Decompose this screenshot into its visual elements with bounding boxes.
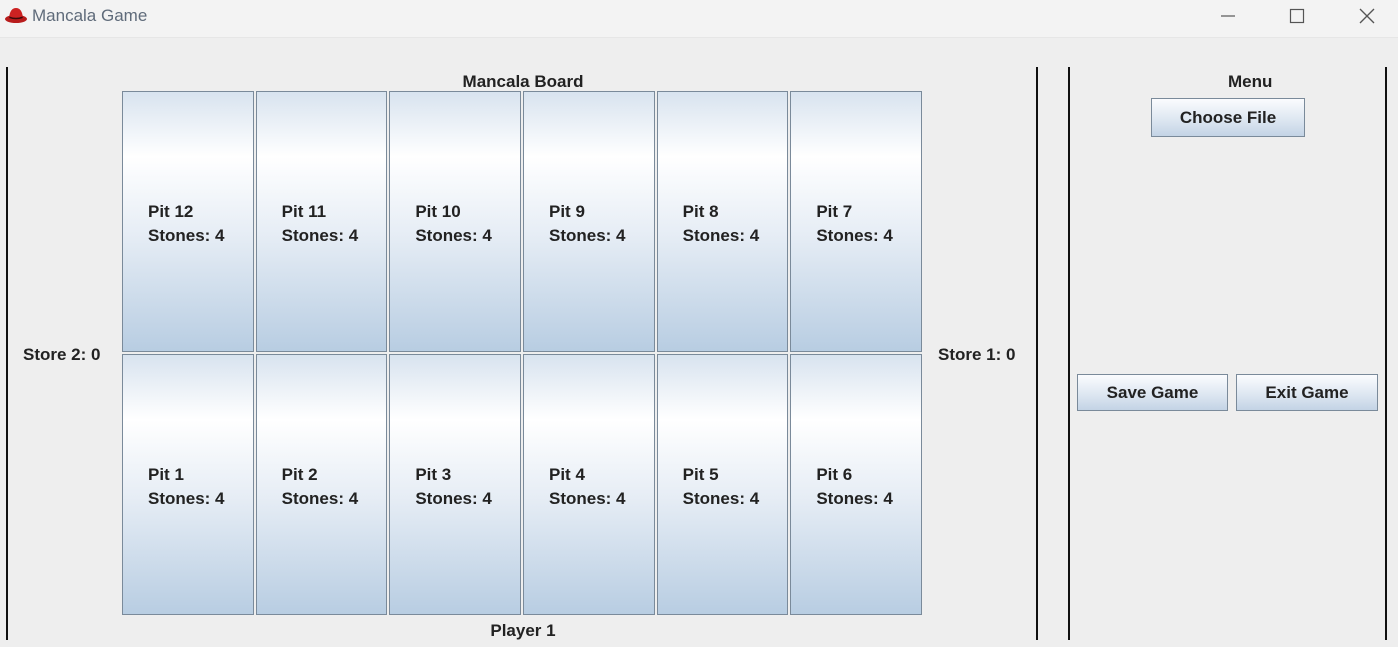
board-title: Mancala Board: [462, 72, 584, 91]
title-bar: Mancala Game: [0, 0, 1398, 38]
pit-stones: Stones: 4: [816, 489, 893, 508]
pit-name: Pit 8: [682, 202, 719, 221]
choose-file-button[interactable]: Choose File: [1151, 98, 1305, 137]
maximize-button[interactable]: [1263, 0, 1331, 32]
pit-name: Pit 7: [816, 202, 853, 221]
pit-stones: Stones: 4: [148, 226, 225, 245]
close-button[interactable]: [1333, 0, 1398, 32]
pit-11-button[interactable]: Pit 11 Stones: 4: [255, 91, 388, 352]
pit-name: Pit 12: [148, 202, 194, 221]
store-2-label: Store 2: 0: [23, 345, 101, 364]
pit-7-button[interactable]: Pit 7 Stones: 4: [790, 91, 922, 352]
pit-name: Pit 1: [148, 465, 184, 484]
pit-stones: Stones: 4: [682, 226, 760, 245]
pit-stones: Stones: 4: [281, 489, 359, 508]
pit-stones: Stones: 4: [549, 226, 626, 245]
pit-stones: Stones: 4: [281, 226, 359, 245]
pit-stones: Stones: 4: [816, 226, 893, 245]
pit-name: Pit 9: [549, 202, 585, 221]
pit-5-button[interactable]: Pit 5 Stones: 4: [656, 354, 789, 615]
pit-1-button[interactable]: Pit 1 Stones: 4: [122, 354, 254, 615]
pit-3-button[interactable]: Pit 3 Stones: 4: [389, 354, 521, 615]
pit-name: Pit 5: [682, 465, 719, 484]
pit-stones: Stones: 4: [415, 226, 492, 245]
menu-divider-line: [1068, 67, 1070, 640]
player-label: Player 1: [490, 621, 556, 640]
pit-stones: Stones: 4: [148, 489, 225, 508]
pit-grid: Pit 12 Stones: 4 Pit 11 Stones: 4 Pit 10 St…: [122, 91, 922, 615]
right-border-line: [1385, 67, 1387, 640]
pit-4-button[interactable]: Pit 4 Stones: 4: [523, 354, 655, 615]
red-hat-icon: [4, 4, 28, 24]
pit-6-button[interactable]: Pit 6 Stones: 4: [790, 354, 922, 615]
maximize-icon: [1289, 8, 1305, 24]
pit-name: Pit 3: [415, 465, 452, 484]
pit-10-button[interactable]: Pit 10 Stones: 4: [389, 91, 521, 352]
pit-stones: Stones: 4: [682, 489, 760, 508]
pit-name: Pit 6: [816, 465, 853, 484]
pit-8-button[interactable]: Pit 8 Stones: 4: [656, 91, 789, 352]
exit-game-button[interactable]: Exit Game: [1236, 374, 1378, 411]
pit-2-button[interactable]: Pit 2 Stones: 4: [255, 354, 388, 615]
minimize-button[interactable]: [1194, 0, 1262, 32]
store-1-label: Store 1: 0: [938, 345, 1016, 364]
close-icon: [1359, 8, 1375, 24]
board-divider-line: [1036, 67, 1038, 640]
pit-12-button[interactable]: Pit 12 Stones: 4: [122, 91, 254, 352]
pit-name: Pit 4: [549, 465, 585, 484]
minimize-icon: [1220, 8, 1236, 24]
save-game-button[interactable]: Save Game: [1077, 374, 1228, 411]
pit-name: Pit 11: [281, 202, 327, 221]
pit-stones: Stones: 4: [549, 489, 626, 508]
pit-name: Pit 10: [415, 202, 461, 221]
menu-title: Menu: [1228, 72, 1273, 91]
pit-name: Pit 2: [281, 465, 318, 484]
left-border-line: [6, 67, 8, 640]
window-title: Mancala Game: [32, 6, 148, 25]
pit-9-button[interactable]: Pit 9 Stones: 4: [523, 91, 655, 352]
pit-stones: Stones: 4: [415, 489, 492, 508]
